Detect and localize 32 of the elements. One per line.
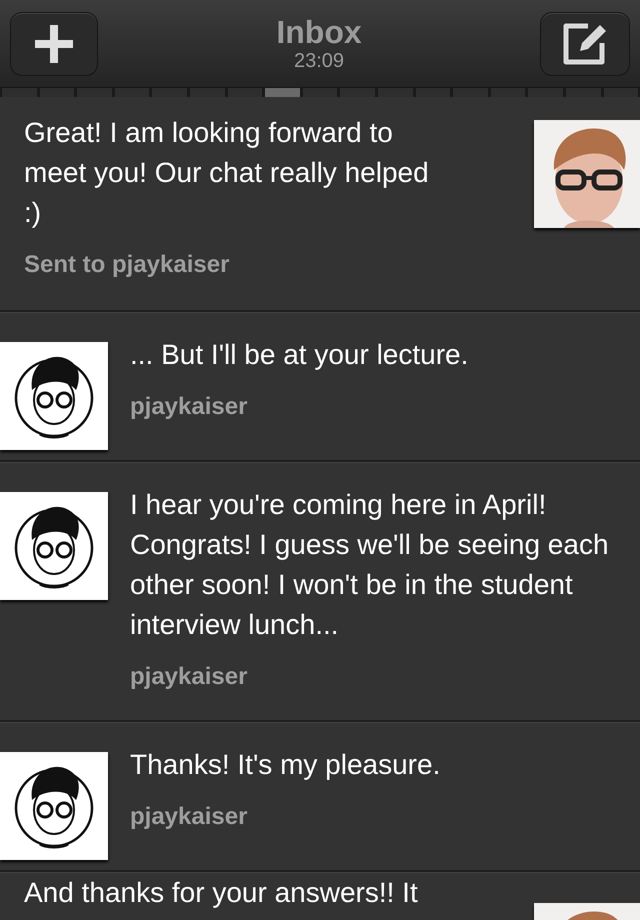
- page-indicator[interactable]: [453, 88, 488, 97]
- page-indicator[interactable]: [378, 88, 413, 97]
- clock-time: 23:09: [294, 48, 344, 72]
- page-indicator[interactable]: [152, 88, 187, 97]
- message-sender: pjaykaiser: [130, 802, 248, 832]
- message-sender: pjaykaiser: [130, 662, 248, 692]
- plus-icon: [35, 24, 73, 62]
- add-button[interactable]: [10, 12, 98, 76]
- page-indicator[interactable]: [40, 88, 74, 97]
- page-indicator[interactable]: [416, 88, 450, 97]
- compose-button[interactable]: [540, 12, 630, 76]
- message-text: Thanks! It's my pleasure.: [130, 748, 442, 782]
- page-indicator[interactable]: [228, 88, 262, 97]
- page-indicator[interactable]: [566, 88, 600, 97]
- page-indicator[interactable]: [77, 88, 112, 97]
- page-indicator[interactable]: [2, 88, 37, 97]
- message-text: ... But I'll be at your lecture.: [130, 338, 470, 372]
- message-sender: pjaykaiser: [130, 392, 248, 422]
- message-sender: Sent to pjaykaiser: [24, 250, 230, 280]
- message-text: I hear you're coming here in April! Congrats! I guess we'll be seeing each other soon! I won't be in the student interview lunch...: [130, 488, 610, 642]
- page-indicator[interactable]: [490, 88, 526, 97]
- message-text: Great! I am looking forward to meet you! Our chat really helped :): [24, 116, 430, 230]
- window-title: Inbox: [276, 14, 362, 48]
- message-text: And thanks for your answers!! It: [24, 876, 419, 910]
- page-indicator[interactable]: [190, 88, 225, 97]
- page-indicator[interactable]: [604, 88, 638, 97]
- page-indicator[interactable]: [114, 88, 150, 97]
- page-indicator[interactable]: [302, 88, 338, 97]
- compose-icon: [562, 22, 608, 64]
- page-indicator[interactable]: [528, 88, 563, 97]
- page-indicator[interactable]: [265, 88, 300, 97]
- page-indicator[interactable]: [340, 88, 375, 97]
